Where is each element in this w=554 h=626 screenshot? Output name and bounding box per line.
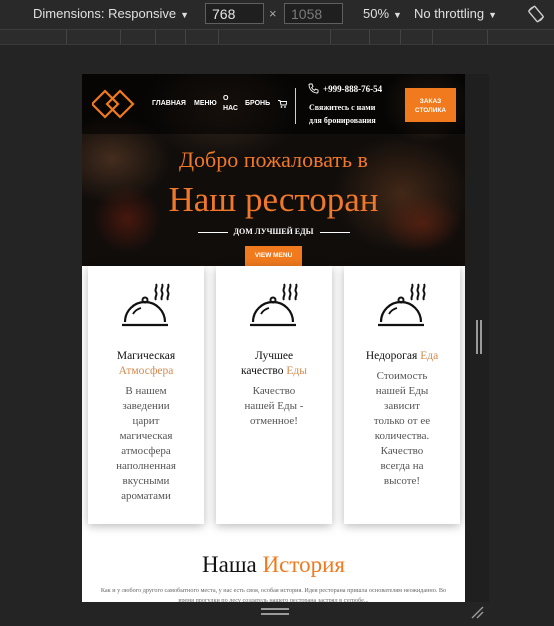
card-title-main: Недорогая [365,350,418,362]
height-input[interactable] [284,3,343,24]
phone-number[interactable]: +999-888-76-54 [323,84,382,94]
cloche-icon [250,283,298,327]
order-table-button[interactable]: ЗАКАЗ СТОЛИКА [405,88,456,122]
width-input[interactable] [205,3,264,24]
story-title-accent: История [262,552,345,577]
navbar: ГЛАВНАЯ МЕНЮ О НАС БРОНЬ +999-888-76-54 … [82,74,465,134]
story-text: Как и у любого другого самобытного места… [100,587,447,602]
resize-handle-bottom[interactable] [261,608,289,615]
nav-menu[interactable]: МЕНЮ [194,100,217,108]
resize-corner-icon[interactable] [470,605,484,619]
story-title: Наша История [82,552,465,578]
logo-diamonds-icon[interactable] [92,88,136,120]
hero-subtitle: ДОМ ЛУЧШЕЙ ЕДЫ [233,227,314,236]
media-query-ruler[interactable] [0,30,554,45]
card-title-accent: Еда [420,350,439,362]
card-title-main: Магическая [116,350,176,362]
caret-down-icon: ▼ [488,10,498,20]
order-button-line-1: ЗАКАЗ [419,98,442,105]
contact-text: Свяжитесь с нами для бронирования [309,101,376,127]
dimensions-dropdown[interactable]: Dimensions: Responsive ▼ [33,6,189,21]
cloche-icon [378,283,426,327]
cloche-icon [122,283,170,327]
card-title: Магическая Атмосфера [88,349,204,379]
throttling-label: No throttling [414,6,485,21]
times-sign: × [269,6,277,21]
contact-line-1: Свяжитесь с нами [309,103,376,112]
feature-card: Магическая Атмосфера В нашем заведении ц… [88,266,204,524]
resize-handle-right[interactable] [476,320,482,354]
card-title: Лучшее качество Еды [216,349,332,379]
card-description: Стоимость нашей Еды зависит только от ее… [373,370,431,487]
subtitle-line-right [320,232,350,233]
card-description: Качество нашей Еды - отменное! [244,385,304,427]
hero-title: Наш ресторан [168,180,379,219]
feature-card: Недорогая Еда Стоимость нашей Еды зависи… [344,266,460,524]
nav-about-line2[interactable]: НАС [223,105,238,113]
device-viewport: ГЛАВНАЯ МЕНЮ О НАС БРОНЬ +999-888-76-54 … [82,74,465,602]
hero-section: ГЛАВНАЯ МЕНЮ О НАС БРОНЬ +999-888-76-54 … [82,74,465,266]
zoom-dropdown[interactable]: 50% ▼ [363,6,402,21]
cart-icon[interactable] [278,100,287,108]
nav-about-line1[interactable]: О [223,95,228,103]
view-menu-button[interactable]: VIEW MENU [245,246,302,266]
order-button-line-2: СТОЛИКА [414,107,447,114]
card-description: В нашем заведении царит магическая атмос… [116,385,176,502]
zoom-label: 50% [363,6,390,21]
nav-home[interactable]: ГЛАВНАЯ [152,100,186,108]
caret-down-icon: ▼ [393,10,402,20]
card-title-accent: Атмосфера [118,365,174,377]
dimensions-label: Dimensions: Responsive [33,6,177,21]
rotate-icon[interactable] [527,5,545,23]
caret-down-icon: ▼ [180,10,189,20]
story-title-main: Наша [202,552,257,577]
nav-divider [295,88,296,124]
devtools-toolbar: Dimensions: Responsive▼ × 50%▼ No thrott… [0,0,554,30]
nav-booking[interactable]: БРОНЬ [245,100,270,108]
contact-line-2: для бронирования [309,116,376,125]
hero-welcome: Добро пожаловать в [179,147,368,172]
phone-icon [308,83,319,94]
card-title-accent: Еды [286,365,307,377]
card-title: Недорогая Еда [344,349,460,364]
throttling-dropdown[interactable]: No throttling ▼ [414,6,497,21]
feature-card: Лучшее качество Еды Качество нашей Еды -… [216,266,332,524]
